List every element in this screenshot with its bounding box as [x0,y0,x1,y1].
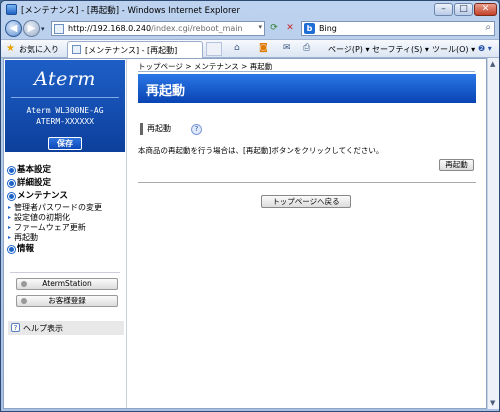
sidebar: Aterm Aterm WL300NE-AG ATERM-XXXXXX 保存 基… [4,59,126,408]
sidebar-subitem-reboot[interactable]: ▸ 再起動 [8,233,124,243]
content-divider [138,182,476,183]
reboot-description: 本商品の再起動を行う場合は、[再起動]ボタンをクリックしてください。 [138,146,384,155]
save-button[interactable]: 保存 [48,137,82,150]
sidebar-divider [10,272,120,273]
sidebar-item-detail-settings[interactable]: 詳細設定 [8,177,124,190]
new-tab-button[interactable] [206,42,222,56]
back-to-top-button[interactable]: トップページへ戻る [261,195,351,208]
breadcrumb-underline [138,71,475,72]
tab-page-icon [72,45,81,54]
aterm-station-button[interactable]: AtermStation [16,278,118,290]
help-label: ヘルプ表示 [23,324,63,333]
arrow-icon: ▸ [8,224,12,231]
browser-tab[interactable]: [メンテナンス] - [再起動] [67,41,203,58]
vertical-scrollbar[interactable]: ▲ ▼ [487,58,499,409]
page-icon [54,24,64,34]
sidebar-subitem-factory-reset[interactable]: ▸ 設定値の初期化 [8,213,124,223]
menu-label: 情報 [17,244,35,254]
ie-icon [6,4,17,15]
arrow-icon: ▸ [8,204,12,211]
arrow-icon: ▸ [8,214,12,221]
back-button[interactable]: ◀ [5,20,22,37]
device-id: ATERM-XXXXXX [36,117,94,126]
url-path: /index.cgi/reboot_main [151,24,243,33]
help-display-link[interactable]: ? ヘルプ表示 [8,321,124,335]
column-divider [126,59,127,408]
page-content: Aterm Aterm WL300NE-AG ATERM-XXXXXX 保存 基… [3,58,487,409]
mail-icon[interactable]: ✉ [283,43,291,53]
main-panel: トップページ > メンテナンス > 再起動 再起動 再起動 ? 本商品の再起動を… [128,59,486,408]
brand-panel: Aterm Aterm WL300NE-AG ATERM-XXXXXX 保存 [5,60,125,152]
menu-label: 設定値の初期化 [14,213,70,222]
refresh-button[interactable]: ⟳ [267,22,281,35]
aterm-logo: Aterm [34,68,96,90]
feeds-icon[interactable]: ◙ [259,43,268,53]
url-host: http://192.168.0.240 [68,24,152,33]
bing-icon: b [304,23,315,34]
menu-label: 管理者パスワードの変更 [14,203,102,212]
sidebar-subitem-firmware[interactable]: ▸ ファームウェア更新 [8,223,124,233]
bullet-icon [21,281,27,287]
customer-registration-button[interactable]: お客様登録 [16,295,118,307]
title-bar: [メンテナンス] - [再起動] - Windows Internet Expl… [1,1,499,19]
bullet-icon [8,246,15,253]
help-icon: ? [11,323,20,332]
tab-title: [メンテナンス] - [再起動] [85,46,178,55]
sidebar-menu: 基本設定 詳細設定 メンテナンス ▸ 管理者パスワードの変更 ▸ 設定値の初期化 ▸… [8,164,124,256]
search-placeholder: Bing [319,24,337,33]
search-input[interactable]: b Bing ⌕ [301,21,495,36]
scroll-up-icon[interactable]: ▲ [490,60,495,68]
tools-menu[interactable]: ツール(O) ▾ [432,44,475,55]
model-name: Aterm WL300NE-AG [26,106,104,115]
safety-menu[interactable]: セーフティ(S) ▾ [372,44,429,55]
minimize-button[interactable]: – [434,3,453,16]
sidebar-item-maintenance[interactable]: メンテナンス [8,190,124,203]
search-icon[interactable]: ⌕ [485,22,491,33]
button-label: AtermStation [42,279,92,288]
favorites-star-icon: ★ [6,43,15,54]
menu-label: 基本設定 [17,165,52,175]
reboot-button[interactable]: 再起動 [439,159,474,171]
bullet-icon [8,167,15,174]
window-title: [メンテナンス] - [再起動] - Windows Internet Expl… [21,6,241,16]
favorites-button[interactable]: お気に入り [19,44,59,55]
page-header: 再起動 [138,74,476,103]
arrow-icon: ▸ [8,234,12,241]
command-bar: ★ お気に入り [メンテナンス] - [再起動] ⌂ ◙ ✉ ⎙ ページ(P) … [1,39,499,58]
url-input[interactable]: http://192.168.0.240/index.cgi/reboot_ma… [51,21,265,36]
home-icon[interactable]: ⌂ [234,43,240,53]
sidebar-item-basic-settings[interactable]: 基本設定 [8,164,124,177]
maximize-button[interactable]: □ [454,3,473,16]
button-label: お客様登録 [48,296,86,305]
history-dropdown-icon[interactable]: ▾ [41,25,45,33]
menu-label: 詳細設定 [17,178,52,188]
section-title: 再起動 [140,123,171,135]
url-text: http://192.168.0.240/index.cgi/reboot_ma… [68,24,243,33]
help-question-icon[interactable]: ? [191,124,202,135]
browser-window: [メンテナンス] - [再起動] - Windows Internet Expl… [0,0,500,412]
scroll-down-icon[interactable]: ▼ [490,399,495,407]
sidebar-item-info[interactable]: 情報 [8,243,124,256]
menu-label: 再起動 [14,233,38,242]
page-title: 再起動 [146,84,186,99]
address-bar: ◀ ▶ ▾ http://192.168.0.240/index.cgi/reb… [1,19,499,39]
bullet-icon [8,180,15,187]
bullet-icon [8,193,15,200]
brand-divider [11,97,119,98]
menu-label: メンテナンス [17,191,68,201]
stop-button[interactable]: ✕ [283,22,297,35]
bullet-icon [21,298,27,304]
sidebar-subitem-password[interactable]: ▸ 管理者パスワードの変更 [8,203,124,213]
help-menu[interactable]: ❷ ▾ [478,44,492,53]
print-icon[interactable]: ⎙ [303,43,310,53]
page-menu[interactable]: ページ(P) ▾ [328,44,369,55]
forward-button[interactable]: ▶ [23,20,40,37]
url-dropdown-icon[interactable]: ▾ [258,23,262,31]
close-button[interactable]: ✕ [474,3,497,16]
menu-label: ファームウェア更新 [14,223,86,232]
